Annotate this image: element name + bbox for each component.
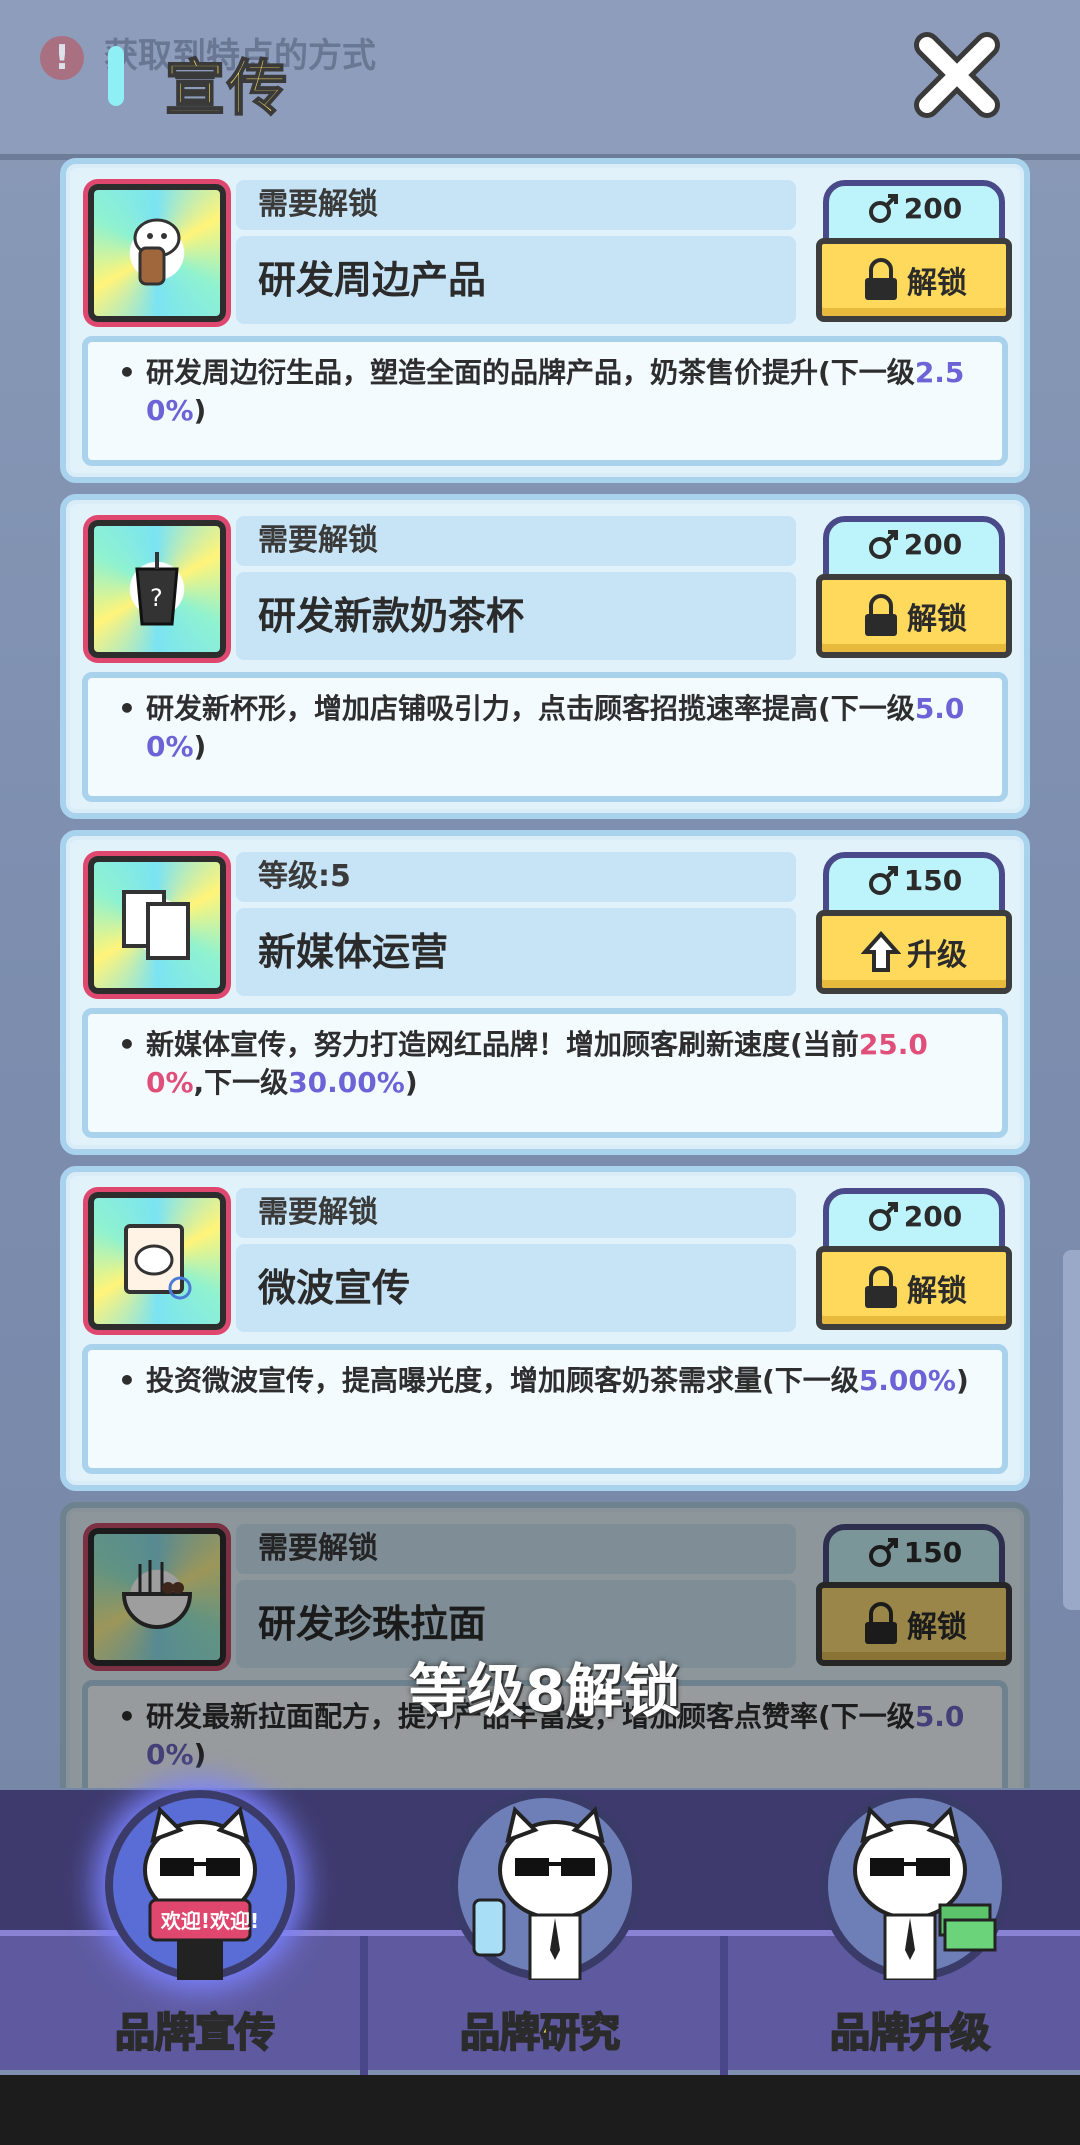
action-label: 升级 <box>907 938 967 973</box>
unlock-button[interactable]: 解锁 <box>816 1246 1012 1330</box>
tab-brand-upgrade[interactable]: 品牌升级 <box>780 1770 1040 2080</box>
cat-mascot-sign-icon <box>143 1806 257 1980</box>
male-symbol-icon <box>868 530 898 559</box>
item-name: 新媒体运营 <box>236 908 796 996</box>
cost-value: 150 <box>903 1536 963 1569</box>
page-title: 宣传 <box>164 53 289 125</box>
tea-cup-icon: ? <box>88 520 226 658</box>
tab-label: 品牌升级 <box>829 2009 991 2057</box>
upgrade-list[interactable]: 需要解锁 研发周边产品 200 解锁 研发周边衍生品，塑造全面的品牌产品，奶茶售… <box>60 158 1030 1788</box>
desc-suffix: ) <box>193 730 207 763</box>
action-label: 解锁 <box>907 266 967 301</box>
item-description: 投资微波宣传，提高曝光度，增加顾客奶茶需求量(下一级5.00%) <box>82 1344 1008 1474</box>
action-label: 解锁 <box>907 602 967 637</box>
documents-icon <box>88 856 226 994</box>
social-post-icon <box>88 1192 226 1330</box>
desc-mid: ,下一级 <box>193 1066 289 1099</box>
lock-icon <box>865 1602 897 1644</box>
upgrade-card: 需要解锁 研发周边产品 200 解锁 研发周边衍生品，塑造全面的品牌产品，奶茶售… <box>60 158 1030 483</box>
upgrade-card: 需要解锁 微波宣传 200 解锁 投资微波宣传，提高曝光度，增加顾客奶茶需求量(… <box>60 1166 1030 1491</box>
status-label: 需要解锁 <box>236 1524 796 1574</box>
lock-icon <box>865 1266 897 1308</box>
status-label: 等级:5 <box>236 852 796 902</box>
upgrade-card: 等级:5 新媒体运营 150 升级 新媒体宣传，努力打造网红品牌！增加顾客刷新速… <box>60 830 1030 1155</box>
tab-label: 品牌研究 <box>459 2009 621 2057</box>
desc-text: 新媒体宣传，努力打造网红品牌！增加顾客刷新速度(当前 <box>146 1028 859 1061</box>
upgrade-card: ? 需要解锁 研发新款奶茶杯 200 解锁 研发新杯形，增加店铺吸引力，点击顾客… <box>60 494 1030 819</box>
cost-value: 200 <box>903 192 963 225</box>
desc-text: 研发新杯形，增加店铺吸引力，点击顾客招揽速率提高(下一级 <box>146 692 915 725</box>
desc-suffix: ) <box>955 1364 969 1397</box>
tab-brand-research[interactable]: 品牌研究 <box>410 1770 670 2080</box>
close-button[interactable] <box>912 30 1002 120</box>
status-label: 需要解锁 <box>236 516 796 566</box>
noodle-bowl-icon <box>88 1528 226 1666</box>
svg-text:?: ? <box>150 584 163 612</box>
up-arrow-icon <box>861 930 901 972</box>
desc-next-value: 30.00% <box>288 1066 405 1099</box>
cat-drink-icon <box>88 184 226 322</box>
tab-brand-promotion[interactable]: 欢迎!欢迎! 品牌宣传 <box>65 1770 325 2080</box>
unlock-button[interactable]: 解锁 <box>816 1582 1012 1666</box>
male-symbol-icon <box>868 1202 898 1231</box>
item-description: 研发周边衍生品，塑造全面的品牌产品，奶茶售价提升(下一级2.50%) <box>82 336 1008 466</box>
cost-value: 200 <box>903 1200 963 1233</box>
lock-icon <box>865 594 897 636</box>
upgrade-button[interactable]: 升级 <box>816 910 1012 994</box>
item-description: 研发新杯形，增加店铺吸引力，点击顾客招揽速率提高(下一级5.00%) <box>82 672 1008 802</box>
status-label: 需要解锁 <box>236 180 796 230</box>
desc-suffix: ) <box>193 394 207 427</box>
desc-suffix: ) <box>404 1066 418 1099</box>
action-label: 解锁 <box>907 1610 967 1645</box>
item-name: 微波宣传 <box>236 1244 796 1332</box>
tab-label: 品牌宣传 <box>114 2009 276 2057</box>
cost-value: 150 <box>903 864 963 897</box>
item-name: 研发周边产品 <box>236 236 796 324</box>
cat-mascot-money-icon <box>853 1806 997 1980</box>
tab-sign-text: 欢迎!欢迎! <box>160 1909 260 1933</box>
item-name: 研发珍珠拉面 <box>236 1580 796 1668</box>
unlock-button[interactable]: 解锁 <box>816 574 1012 658</box>
alert-icon: ! <box>40 35 84 80</box>
male-symbol-icon <box>868 866 898 895</box>
desc-next-value: 5.00% <box>858 1364 956 1397</box>
desc-suffix: ) <box>193 1738 207 1771</box>
cost-value: 200 <box>903 528 963 561</box>
desc-text: 研发最新拉面配方，提升产品丰富度，增加顾客点赞率(下一级 <box>146 1700 915 1733</box>
cat-mascot-bottle-icon <box>472 1806 612 1980</box>
close-icon <box>914 32 1000 118</box>
scrollbar[interactable] <box>1063 1250 1080 1610</box>
item-description: 新媒体宣传，努力打造网红品牌！增加顾客刷新速度(当前25.00%,下一级30.0… <box>82 1008 1008 1138</box>
status-label: 需要解锁 <box>236 1188 796 1238</box>
male-symbol-icon <box>868 1538 898 1567</box>
item-name: 研发新款奶茶杯 <box>236 572 796 660</box>
lock-icon <box>865 258 897 300</box>
male-symbol-icon <box>868 194 898 223</box>
unlock-button[interactable]: 解锁 <box>816 238 1012 322</box>
action-label: 解锁 <box>907 1274 967 1309</box>
desc-text: 研发周边衍生品，塑造全面的品牌产品，奶茶售价提升(下一级 <box>146 356 915 389</box>
upgrade-card-locked: 需要解锁 研发珍珠拉面 150 解锁 研发最新拉面配方，提升产品丰富度，增加顾客… <box>60 1502 1030 1788</box>
desc-text: 投资微波宣传，提高曝光度，增加顾客奶茶需求量(下一级 <box>146 1364 859 1397</box>
system-nav-bar <box>0 2075 1080 2145</box>
header-accent-bar <box>108 46 124 106</box>
